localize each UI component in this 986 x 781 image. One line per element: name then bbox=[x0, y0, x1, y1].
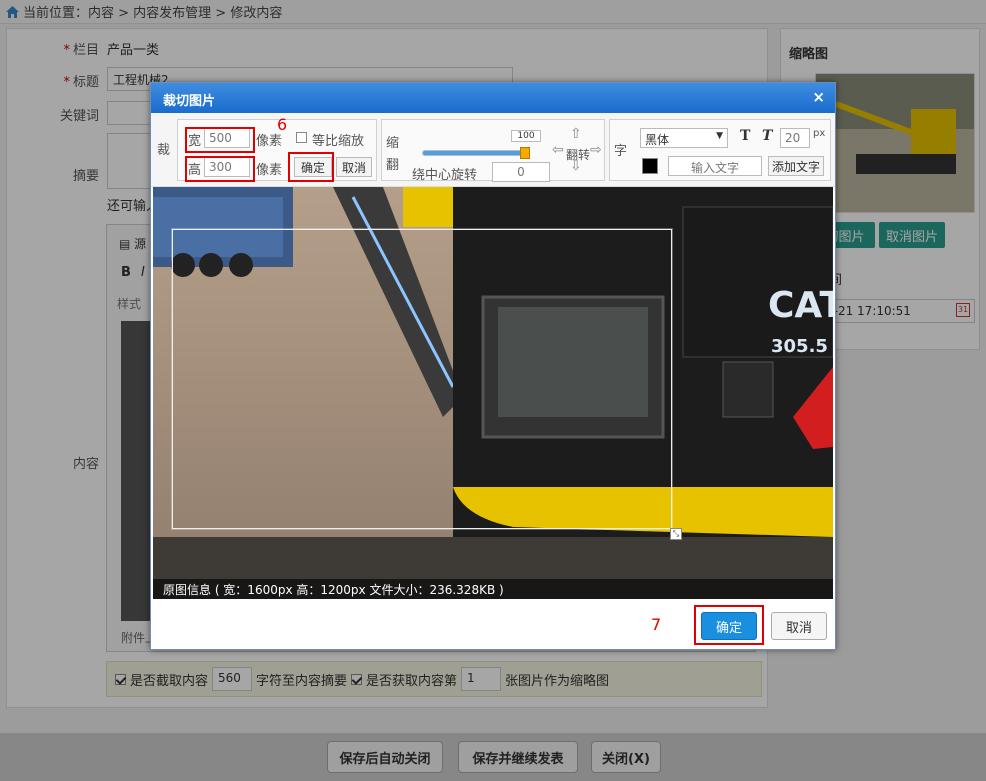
annotation-number-7: 7 bbox=[651, 615, 662, 634]
text-content-input[interactable]: 输入文字 bbox=[668, 156, 762, 176]
scale-slider[interactable] bbox=[422, 147, 530, 159]
crop-toolbar: 裁 宽 500 像素 等比缩放 高 300 像素 确定 取消 缩 翻 100 绕… bbox=[151, 113, 835, 187]
svg-text:CAT: CAT bbox=[768, 285, 833, 326]
scale-slider-fill bbox=[423, 151, 525, 155]
crop-cancel-button[interactable]: 取消 bbox=[336, 157, 372, 177]
dialog-confirm-button[interactable]: 确定 bbox=[701, 612, 757, 640]
add-text-button[interactable]: 添加文字 bbox=[768, 156, 824, 176]
crop-group-label: 裁 bbox=[157, 143, 171, 158]
annotation-number-6: 6 bbox=[277, 115, 288, 134]
font-select[interactable]: 黑体 ▼ bbox=[640, 128, 728, 148]
proportional-label: 等比缩放 bbox=[312, 134, 365, 149]
text-color-picker[interactable] bbox=[642, 158, 658, 174]
height-unit: 像素 bbox=[256, 163, 283, 178]
crop-image-canvas[interactable]: CAT 305.5 ⤡ 原图信息 ( 宽：1600px 高：1200px 文件大… bbox=[153, 187, 833, 599]
close-icon[interactable]: × bbox=[812, 88, 825, 106]
height-label: 高 bbox=[188, 163, 202, 178]
proportional-checkbox[interactable] bbox=[296, 132, 307, 143]
crop-height-input[interactable]: 300 bbox=[204, 157, 250, 177]
dialog-title: 裁切图片 × bbox=[151, 83, 835, 113]
chevron-down-icon: ▼ bbox=[716, 131, 723, 141]
flip-group-label: 翻 bbox=[386, 158, 400, 173]
resize-handle-icon[interactable]: ⤡ bbox=[670, 528, 682, 540]
crop-selection[interactable] bbox=[172, 229, 672, 529]
font-size-input[interactable]: 20 bbox=[780, 128, 810, 148]
flip-up-icon[interactable]: ⇧ bbox=[570, 126, 582, 142]
text-overlay-group: 字 黑体 ▼ T T 20 px 输入文字 添加文字 bbox=[609, 119, 831, 181]
crop-width-input[interactable]: 500 bbox=[204, 128, 250, 148]
scale-group-label: 缩 bbox=[386, 136, 400, 151]
flip-controls: ⇧ ⇦ 翻转 ⇨ ⇩ bbox=[552, 124, 602, 176]
italic-text-button[interactable]: T bbox=[762, 128, 772, 144]
bold-text-button[interactable]: T bbox=[740, 128, 750, 144]
image-info-text: 原图信息 ( 宽：1600px 高：1200px 文件大小：236.328KB … bbox=[153, 579, 833, 599]
scale-slider-handle[interactable] bbox=[520, 147, 530, 159]
font-size-unit: px bbox=[813, 128, 826, 139]
scale-rotate-group: 缩 翻 100 绕中心旋转 0 ⇧ ⇦ 翻转 ⇨ ⇩ bbox=[381, 119, 605, 183]
svg-text:305.5: 305.5 bbox=[771, 336, 828, 357]
flip-left-icon[interactable]: ⇦ bbox=[552, 142, 564, 158]
dialog-cancel-button[interactable]: 取消 bbox=[771, 612, 827, 640]
flip-right-icon[interactable]: ⇨ bbox=[590, 142, 602, 158]
flip-down-icon[interactable]: ⇩ bbox=[570, 158, 582, 174]
crop-image-dialog: 裁切图片 × 裁 宽 500 像素 等比缩放 高 300 像素 确定 取消 缩 … bbox=[150, 82, 836, 650]
crop-confirm-button[interactable]: 确定 bbox=[294, 157, 332, 177]
dialog-footer: 确定 取消 bbox=[151, 599, 835, 649]
rotate-label: 绕中心旋转 bbox=[412, 168, 478, 183]
rotate-angle-input[interactable]: 0 bbox=[492, 162, 550, 182]
text-group-label: 字 bbox=[614, 144, 628, 159]
scale-value: 100 bbox=[511, 130, 541, 142]
width-label: 宽 bbox=[188, 134, 202, 149]
